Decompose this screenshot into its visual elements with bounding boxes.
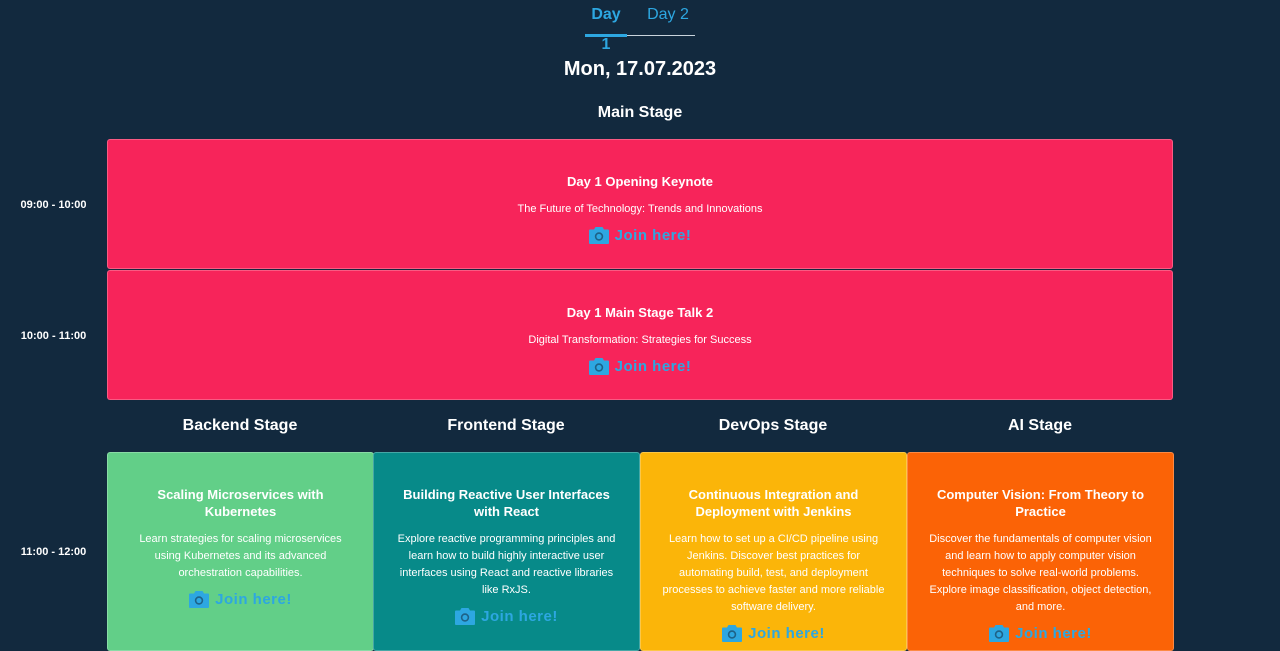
session-title: Building Reactive User Interfaces with R…	[403, 487, 610, 519]
tab-day-1[interactable]: Day 1	[585, 0, 627, 53]
camera-icon	[989, 625, 1010, 642]
camera-icon	[722, 625, 743, 642]
session-description: Digital Transformation: Strategies for S…	[528, 334, 752, 346]
join-link[interactable]: Join here!	[455, 607, 558, 625]
session-card-devops: Continuous Integration and Deployment wi…	[640, 452, 907, 651]
stage-heading-devops: DevOps Stage	[718, 417, 828, 434]
session-title: Day 1 Opening Keynote	[567, 174, 713, 189]
session-card-frontend: Building Reactive User Interfaces with R…	[373, 452, 640, 651]
session-description: Explore reactive programming principles …	[397, 533, 616, 596]
join-label: Join here!	[614, 226, 692, 244]
join-link[interactable]: Join here!	[189, 590, 292, 608]
day-tabs: Day 1 Day 2	[585, 0, 695, 53]
camera-icon	[455, 608, 476, 625]
stage-heading-backend: Backend Stage	[182, 417, 298, 434]
join-link[interactable]: Join here!	[989, 624, 1092, 642]
session-description: The Future of Technology: Trends and Inn…	[517, 203, 763, 215]
camera-icon	[588, 358, 609, 375]
session-description: Discover the fundamentals of computer vi…	[929, 533, 1152, 613]
stage-heading-frontend: Frontend Stage	[447, 417, 565, 434]
session-title: Computer Vision: From Theory to Practice	[936, 487, 1145, 519]
join-label: Join here!	[1015, 624, 1092, 642]
camera-icon	[189, 591, 210, 608]
camera-icon	[588, 227, 609, 244]
session-title: Day 1 Main Stage Talk 2	[566, 305, 714, 320]
session-title: Scaling Microservices with Kubernetes	[157, 487, 324, 519]
join-label: Join here!	[614, 357, 692, 375]
session-description: Learn strategies for scaling microservic…	[139, 533, 342, 579]
session-title: Continuous Integration and Deployment wi…	[688, 487, 859, 519]
stage-heading-ai: AI Stage	[1007, 417, 1072, 434]
page-title: Mon, 17.07.2023	[563, 58, 717, 80]
session-card-ai: Computer Vision: From Theory to Practice…	[907, 452, 1174, 651]
join-label: Join here!	[748, 624, 825, 642]
session-card-backend: Scaling Microservices with Kubernetes Le…	[107, 452, 374, 651]
join-link[interactable]: Join here!	[588, 226, 692, 244]
session-card-main-stage-talk-2: Day 1 Main Stage Talk 2 Digital Transfor…	[107, 270, 1173, 400]
tab-day-2[interactable]: Day 2	[627, 0, 695, 36]
session-description: Learn how to set up a CI/CD pipeline usi…	[662, 533, 885, 613]
join-label: Join here!	[215, 590, 292, 608]
session-card-opening-keynote: Day 1 Opening Keynote The Future of Tech…	[107, 139, 1173, 269]
join-label: Join here!	[481, 607, 558, 625]
time-slot-label: 11:00 - 12:00	[20, 546, 87, 558]
time-slot-label: 09:00 - 10:00	[20, 199, 87, 211]
time-slot-label: 10:00 - 11:00	[20, 330, 87, 342]
main-stage-heading: Main Stage	[597, 104, 683, 121]
join-link[interactable]: Join here!	[588, 357, 692, 375]
join-link[interactable]: Join here!	[722, 624, 825, 642]
